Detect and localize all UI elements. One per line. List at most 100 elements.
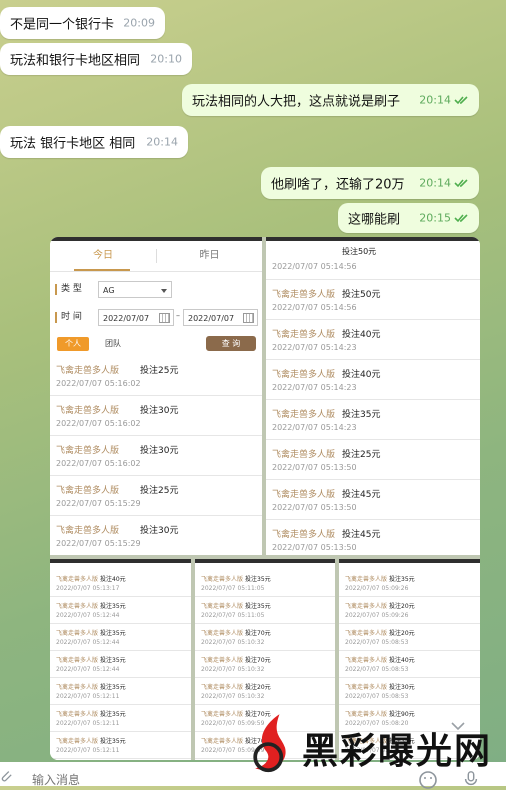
message-bubble-incoming[interactable]: 玩法 银行卡地区 相同 20:14 bbox=[0, 126, 188, 158]
game-name: 飞禽走兽多人版 bbox=[345, 711, 388, 718]
date-from-value: 2022/07/07 bbox=[103, 314, 150, 323]
date-from-field[interactable]: 2022/07/07 bbox=[98, 309, 174, 326]
bet-record-row: 飞禽走兽多人版 投注50元 2022/07/07 05:14:56 bbox=[266, 279, 480, 320]
bet-amount: 投注35元 bbox=[245, 603, 271, 610]
bet-datetime: 2022/07/07 05:14:23 bbox=[272, 423, 357, 432]
bet-datetime: 2022/07/07 05:14:23 bbox=[272, 383, 357, 392]
bet-amount: 投注35元 bbox=[245, 576, 271, 583]
message-text: 玩法相同的人大把，这点就说是刷子 bbox=[192, 94, 401, 110]
bet-record-row: 飞禽走兽多人版 投注40元 2022/07/07 05:14:23 bbox=[266, 359, 480, 400]
message-bubble-incoming[interactable]: 玩法和银行卡地区相同 20:10 bbox=[0, 43, 192, 75]
bet-record-row: 投注50元 2022/07/07 05:14:56 bbox=[266, 241, 480, 280]
bet-amount: 投注40元 bbox=[342, 330, 381, 340]
bet-datetime: 2022/07/07 05:08:53 bbox=[345, 639, 409, 646]
bet-datetime: 2022/07/07 05:14:56 bbox=[272, 303, 357, 312]
bet-record-row: 飞禽走兽多人版 投注70元 2022/07/07 05:10:32 bbox=[195, 623, 335, 651]
bet-amount: 投注30元 bbox=[140, 406, 179, 416]
bet-record-row: 飞禽走兽多人版 投注20元 2022/07/07 05:08:53 bbox=[339, 623, 480, 651]
game-name: 飞禽走兽多人版 bbox=[56, 486, 120, 496]
bet-amount: 投注35元 bbox=[342, 410, 381, 420]
bet-amount: 投注35元 bbox=[100, 603, 126, 610]
type-label: 类 型 bbox=[55, 284, 82, 295]
game-name: 飞禽走兽多人版 bbox=[56, 711, 99, 718]
game-name: 飞禽走兽多人版 bbox=[201, 630, 244, 637]
bet-datetime: 2022/07/07 05:13:17 bbox=[56, 585, 120, 592]
bet-datetime: 2022/07/07 05:12:44 bbox=[56, 612, 120, 619]
double-check-icon bbox=[454, 96, 468, 105]
game-name: 飞禽走兽多人版 bbox=[56, 630, 99, 637]
screenshot-bet-history-2[interactable]: 投注50元 2022/07/07 05:14:56 飞禽走兽多人版 投注50元 2022… bbox=[266, 237, 480, 559]
bet-datetime: 2022/07/07 05:16:02 bbox=[56, 459, 141, 468]
personal-button[interactable]: 个人 bbox=[57, 337, 89, 351]
bet-record-row: 飞禽走兽多人版 投注30元 2022/07/07 05:16:02 bbox=[50, 435, 262, 476]
bet-amount: 投注35元 bbox=[100, 738, 126, 745]
message-text: 玩法和银行卡地区相同 bbox=[10, 53, 141, 69]
bet-amount: 投注35元 bbox=[100, 657, 126, 664]
time-label: 时 间 bbox=[55, 312, 82, 323]
photo-album[interactable]: 今日 昨日 类 型 AG 时 间 2022/07/07 – 2022/07/07… bbox=[50, 237, 480, 760]
screenshot-bet-history-1[interactable]: 今日 昨日 类 型 AG 时 间 2022/07/07 – 2022/07/07… bbox=[50, 237, 262, 555]
message-text: 玩法 银行卡地区 相同 bbox=[10, 136, 136, 152]
game-name: 飞禽走兽多人版 bbox=[272, 330, 336, 340]
bet-amount: 投注35元 bbox=[100, 711, 126, 718]
tab-bar: 今日 昨日 bbox=[50, 241, 262, 272]
bet-amount: 投注20元 bbox=[389, 630, 415, 637]
bet-amount: 投注25元 bbox=[342, 450, 381, 460]
bet-amount: 投注30元 bbox=[389, 684, 415, 691]
game-name: 飞禽走兽多人版 bbox=[56, 576, 99, 583]
bet-amount: 投注20元 bbox=[245, 684, 271, 691]
bet-datetime: 2022/07/07 05:12:11 bbox=[56, 747, 120, 754]
screenshot-bet-history-3[interactable]: 飞禽走兽多人版 投注40元 2022/07/07 05:13:17 飞禽走兽多人版 投注… bbox=[50, 559, 191, 760]
message-time: 20:14 bbox=[419, 93, 451, 107]
bet-datetime: 2022/07/07 05:14:56 bbox=[272, 262, 357, 271]
type-select[interactable]: AG bbox=[98, 281, 172, 298]
game-name: 飞禽走兽多人版 bbox=[201, 684, 244, 691]
message-bubble-incoming[interactable]: 不是同一个银行卡 20:09 bbox=[0, 7, 165, 39]
game-name: 飞禽走兽多人版 bbox=[56, 446, 120, 456]
game-name: 飞禽走兽多人版 bbox=[56, 526, 120, 536]
bet-record-row: 飞禽走兽多人版 投注35元 2022/07/07 05:12:44 bbox=[50, 650, 191, 678]
dropdown-caret-icon bbox=[161, 289, 167, 293]
date-range-dash: – bbox=[176, 311, 180, 320]
game-name: 飞禽走兽多人版 bbox=[345, 576, 388, 583]
game-name: 飞禽走兽多人版 bbox=[272, 410, 336, 420]
game-name: 飞禽走兽多人版 bbox=[201, 603, 244, 610]
tab-today[interactable]: 今日 bbox=[50, 241, 156, 271]
attach-icon[interactable] bbox=[0, 770, 16, 786]
bet-datetime: 2022/07/07 05:10:32 bbox=[201, 639, 265, 646]
bet-datetime: 2022/07/07 05:09:26 bbox=[345, 612, 409, 619]
watermark-text: 黑彩曝光网 bbox=[302, 731, 493, 772]
bet-amount: 投注45元 bbox=[342, 530, 381, 540]
bet-datetime: 2022/07/07 05:13:50 bbox=[272, 543, 357, 552]
team-button[interactable]: 团队 bbox=[105, 337, 121, 351]
message-time: 20:10 bbox=[150, 52, 182, 66]
bet-datetime: 2022/07/07 05:13:50 bbox=[272, 503, 357, 512]
message-bubble-outgoing[interactable]: 这哪能刷 20:15 bbox=[338, 203, 479, 233]
bet-datetime: 2022/07/07 05:14:23 bbox=[272, 343, 357, 352]
bet-amount: 投注45元 bbox=[342, 490, 381, 500]
message-bubble-outgoing[interactable]: 他刷啥了，还输了20万 20:14 bbox=[261, 167, 479, 199]
message-time: 20:09 bbox=[123, 16, 155, 30]
game-name: 飞禽走兽多人版 bbox=[345, 630, 388, 637]
game-name: 飞禽走兽多人版 bbox=[201, 576, 244, 583]
message-bubble-outgoing[interactable]: 玩法相同的人大把，这点就说是刷子 20:14 bbox=[182, 84, 479, 116]
bet-record-row: 飞禽走兽多人版 投注40元 2022/07/07 05:14:23 bbox=[266, 319, 480, 360]
double-check-icon bbox=[454, 179, 468, 188]
double-check-icon bbox=[454, 214, 468, 223]
query-button[interactable]: 查 询 bbox=[206, 336, 256, 351]
date-to-field[interactable]: 2022/07/07 bbox=[183, 309, 258, 326]
tab-yesterday[interactable]: 昨日 bbox=[157, 241, 262, 271]
game-name: 飞禽走兽多人版 bbox=[272, 450, 336, 460]
bet-datetime: 2022/07/07 05:12:11 bbox=[56, 693, 120, 700]
message-time: 20:15 bbox=[419, 211, 451, 225]
bet-record-row: 飞禽走兽多人版 投注35元 2022/07/07 05:12:11 bbox=[50, 704, 191, 732]
game-name: 飞禽走兽多人版 bbox=[345, 684, 388, 691]
bet-amount: 投注50元 bbox=[342, 247, 377, 256]
bet-amount: 投注70元 bbox=[245, 657, 271, 664]
type-value: AG bbox=[103, 286, 115, 295]
bet-datetime: 2022/07/07 05:10:32 bbox=[201, 693, 265, 700]
bet-datetime: 2022/07/07 05:12:11 bbox=[56, 720, 120, 727]
game-name: 飞禽走兽多人版 bbox=[56, 657, 99, 664]
message-input[interactable] bbox=[32, 773, 192, 787]
game-name: 飞禽走兽多人版 bbox=[201, 657, 244, 664]
